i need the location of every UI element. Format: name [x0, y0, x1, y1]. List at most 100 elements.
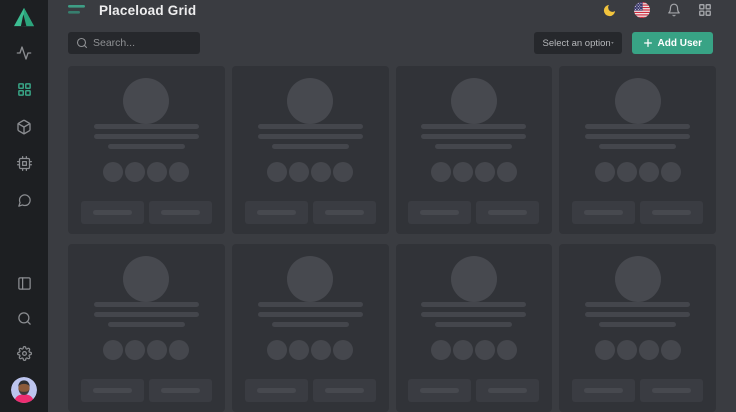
icon-dots-placeholder	[595, 340, 681, 360]
search-input[interactable]	[68, 32, 200, 54]
placeholder-card	[559, 66, 716, 234]
icon-dots-placeholder	[267, 162, 353, 182]
dot-placeholder	[431, 340, 451, 360]
avatar-image	[11, 377, 37, 403]
dot-placeholder	[333, 340, 353, 360]
text-line-placeholder	[94, 312, 199, 317]
dot-placeholder	[311, 340, 331, 360]
text-line-placeholder	[421, 124, 526, 129]
text-line-placeholder	[421, 302, 526, 307]
button-placeholder	[572, 201, 635, 224]
text-line-placeholder	[272, 322, 349, 327]
button-placeholder	[572, 379, 635, 402]
button-placeholder	[245, 201, 308, 224]
buttons-placeholder	[408, 201, 539, 224]
sidebar-item-elements[interactable]	[0, 145, 48, 182]
sidebar-item-panels[interactable]	[0, 266, 48, 301]
button-placeholder	[640, 379, 703, 402]
user-avatar[interactable]	[11, 377, 37, 403]
dot-placeholder	[431, 162, 451, 182]
avatar-placeholder	[615, 256, 661, 302]
button-placeholder	[245, 379, 308, 402]
plus-icon	[643, 38, 653, 48]
text-line-placeholder	[94, 134, 199, 139]
dot-placeholder	[125, 340, 145, 360]
filter-select-value: Select an option	[543, 38, 611, 49]
text-line-placeholder	[94, 124, 199, 129]
placeholder-card	[396, 66, 553, 234]
dot-placeholder	[311, 162, 331, 182]
sidebar-bottom-nav	[0, 266, 48, 412]
placeholder-card	[232, 244, 389, 412]
sidebar-top-nav	[0, 34, 48, 219]
dot-placeholder	[475, 340, 495, 360]
text-line-placeholder	[421, 134, 526, 139]
bell-icon	[667, 3, 681, 17]
dot-placeholder	[617, 340, 637, 360]
placeholder-card	[559, 244, 716, 412]
titlebar: Placeload Grid	[48, 0, 736, 20]
dot-placeholder	[103, 340, 123, 360]
dot-placeholder	[169, 162, 189, 182]
sidebar-item-dashboard-grid[interactable]	[0, 71, 48, 108]
placeholder-card	[68, 66, 225, 234]
dot-placeholder	[639, 340, 659, 360]
activity-icon	[16, 45, 32, 61]
us-flag-icon	[634, 2, 650, 18]
gear-icon	[17, 346, 32, 361]
placeholder-card	[396, 244, 553, 412]
apps-menu-button[interactable]	[698, 3, 712, 17]
text-line-placeholder	[585, 312, 690, 317]
avatar-placeholder	[615, 78, 661, 124]
dot-placeholder	[333, 162, 353, 182]
button-placeholder	[476, 201, 539, 224]
placeholder-card	[232, 66, 389, 234]
dot-placeholder	[595, 340, 615, 360]
text-line-placeholder	[272, 144, 349, 149]
dot-placeholder	[147, 162, 167, 182]
buttons-placeholder	[408, 379, 539, 402]
add-user-button[interactable]: Add User	[632, 32, 713, 54]
button-placeholder	[313, 379, 376, 402]
main-area: Placeload Grid	[48, 0, 736, 412]
dark-mode-toggle[interactable]	[602, 3, 617, 18]
notifications-button[interactable]	[667, 3, 681, 17]
avatar-placeholder	[451, 256, 497, 302]
filter-select[interactable]: Select an option	[534, 32, 622, 54]
triangle-logo-icon	[13, 7, 35, 27]
dot-placeholder	[661, 340, 681, 360]
icon-dots-placeholder	[595, 162, 681, 182]
dot-placeholder	[169, 340, 189, 360]
avatar-placeholder	[451, 78, 497, 124]
text-line-placeholder	[585, 134, 690, 139]
text-line-placeholder	[585, 302, 690, 307]
language-selector[interactable]	[634, 2, 650, 18]
sidebar-item-settings[interactable]	[0, 336, 48, 371]
app-logo[interactable]	[0, 0, 48, 34]
sidebar-item-components[interactable]	[0, 108, 48, 145]
icon-dots-placeholder	[103, 162, 189, 182]
text-line-placeholder	[258, 134, 363, 139]
grid-icon	[17, 82, 32, 97]
sidebar	[0, 0, 48, 412]
button-placeholder	[408, 201, 471, 224]
sidebar-item-activity[interactable]	[0, 34, 48, 71]
icon-dots-placeholder	[431, 162, 517, 182]
button-placeholder	[149, 379, 212, 402]
buttons-placeholder	[81, 379, 212, 402]
text-line-placeholder	[258, 302, 363, 307]
text-line-placeholder	[108, 322, 185, 327]
text-line-placeholder	[94, 302, 199, 307]
chat-bubble-icon	[17, 193, 32, 208]
sidebar-item-messages[interactable]	[0, 182, 48, 219]
menu-toggle-button[interactable]	[68, 4, 86, 16]
dot-placeholder	[617, 162, 637, 182]
sidebar-item-search[interactable]	[0, 301, 48, 336]
avatar-placeholder	[123, 256, 169, 302]
avatar-placeholder	[287, 78, 333, 124]
card-grid	[48, 54, 736, 412]
search-box	[68, 32, 200, 54]
dot-placeholder	[125, 162, 145, 182]
text-line-placeholder	[258, 124, 363, 129]
add-user-label: Add User	[658, 38, 702, 49]
